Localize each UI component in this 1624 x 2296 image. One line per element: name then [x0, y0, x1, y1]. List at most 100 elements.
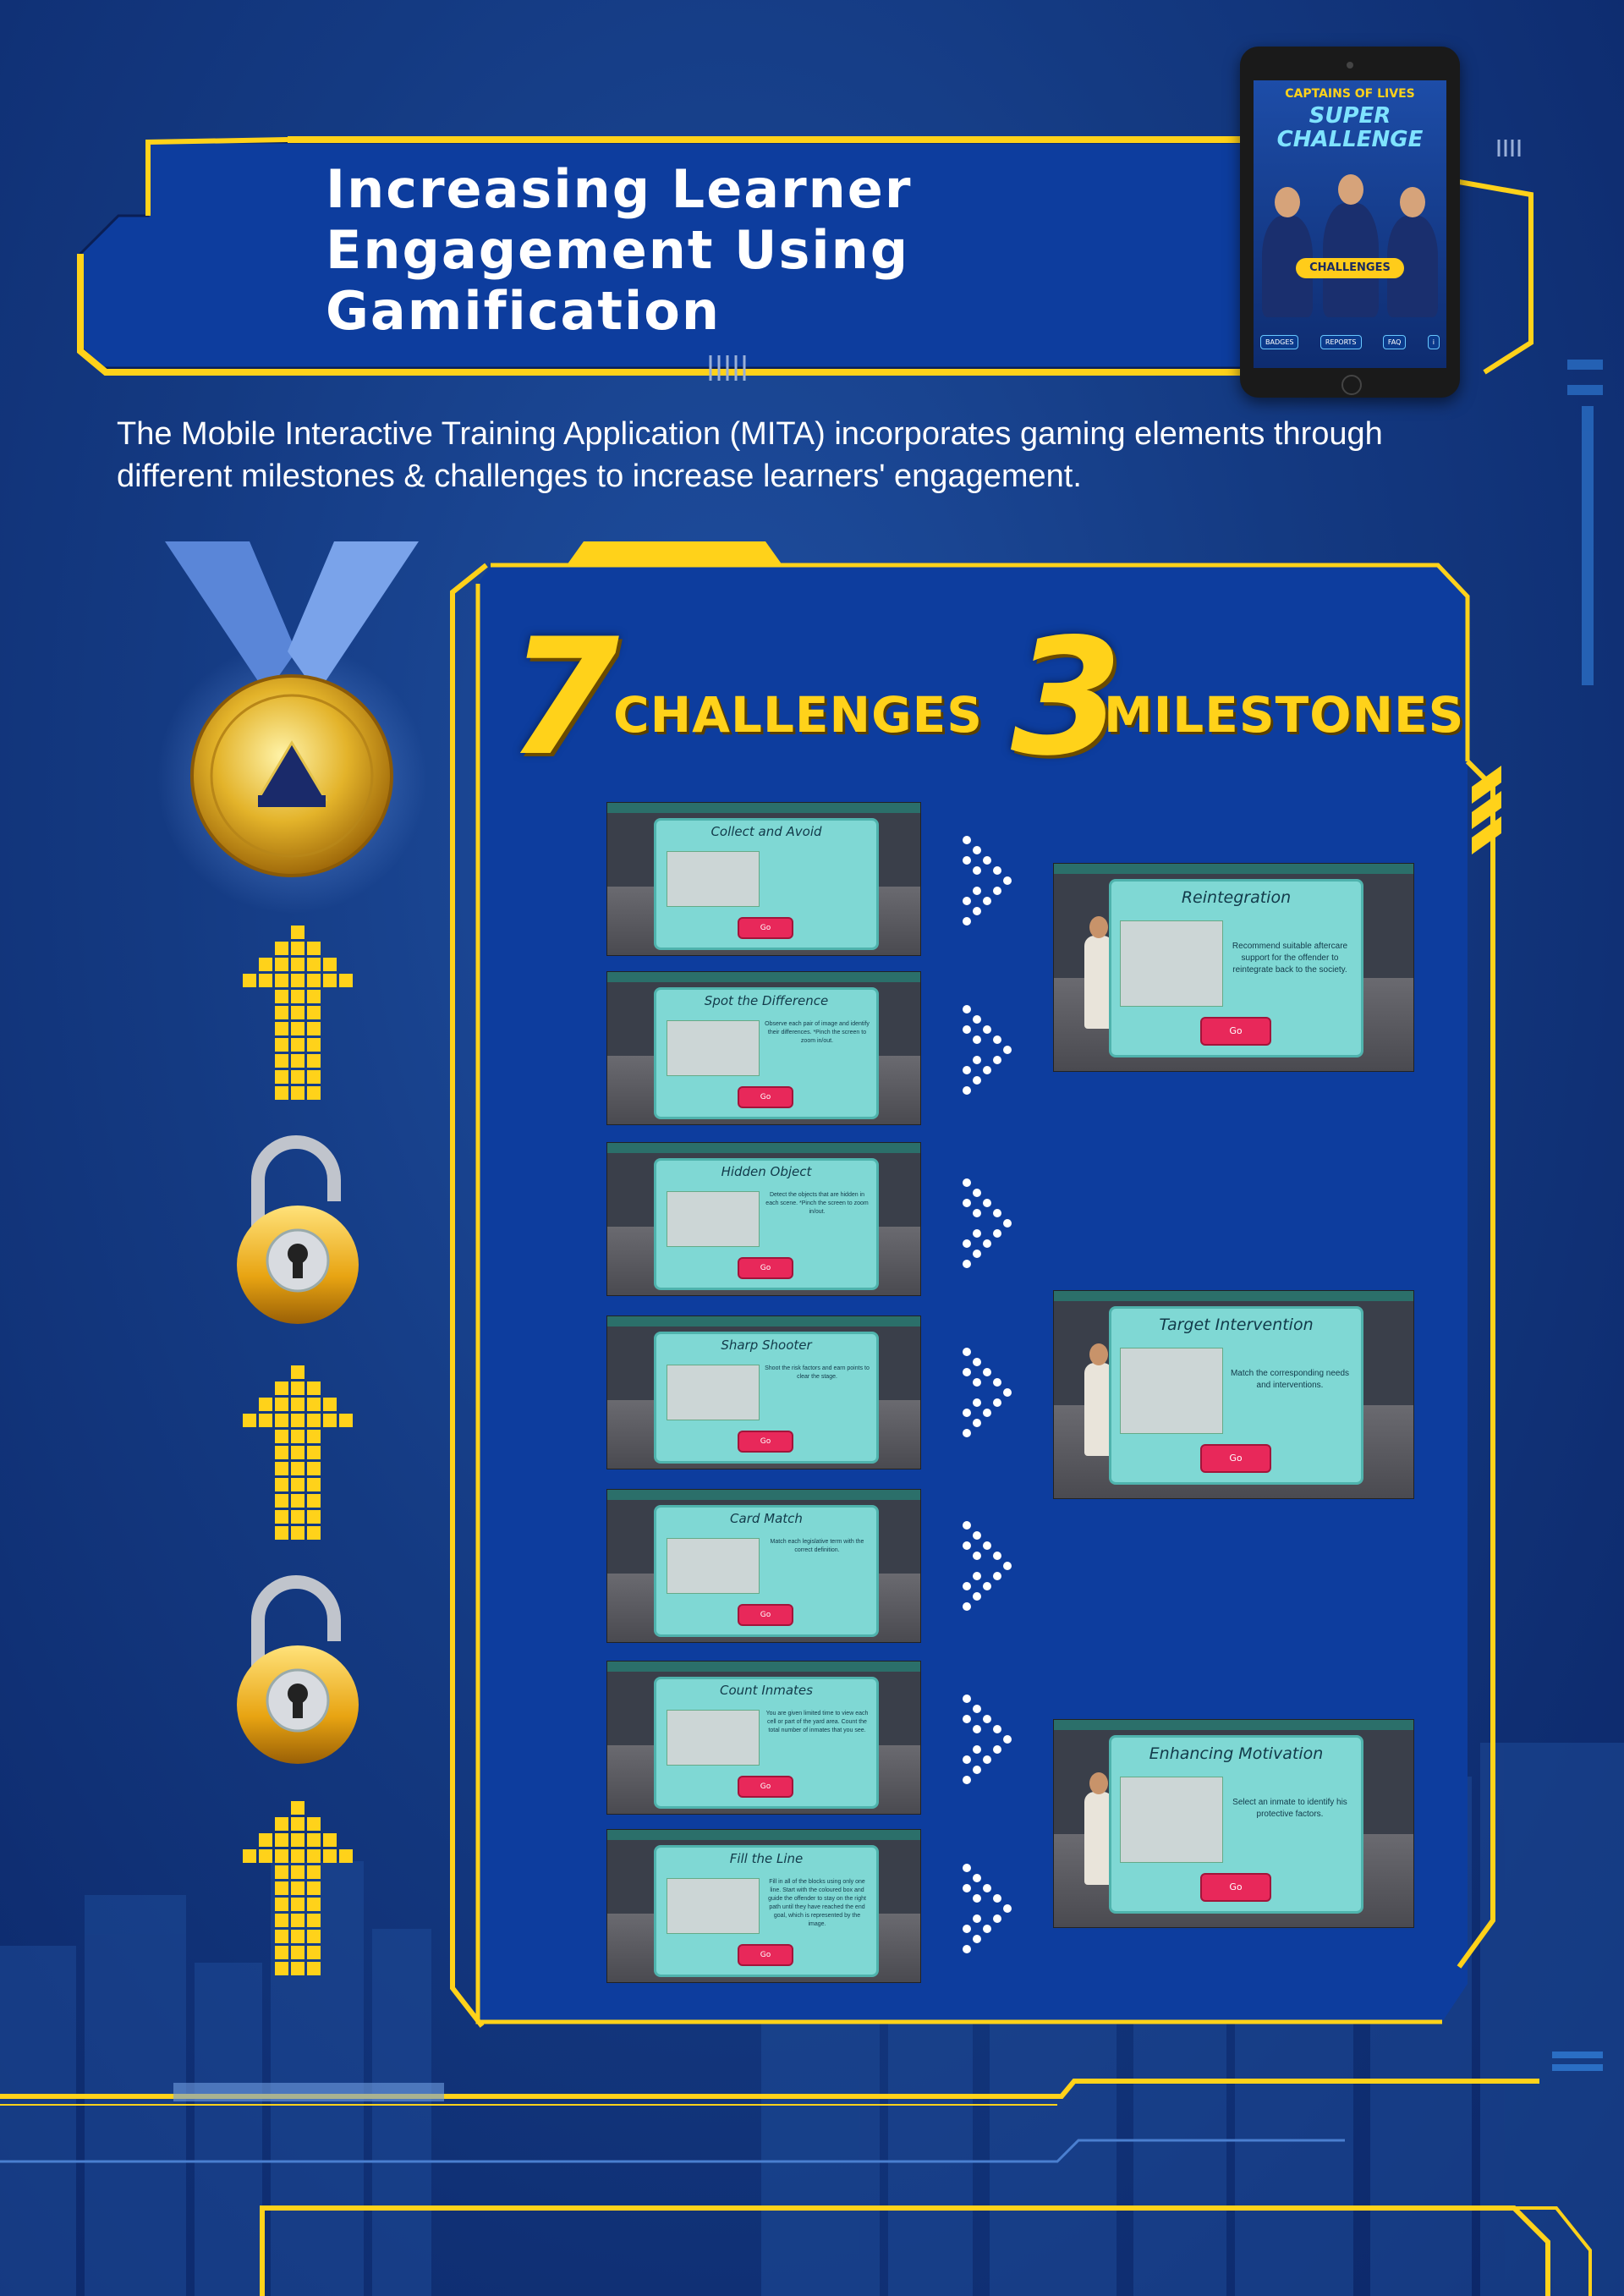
milestone-card[interactable]: Enhancing Motivation Select an inmate to … — [1053, 1719, 1414, 1928]
challenge-description: You are given limited time to view each … — [765, 1711, 869, 1733]
milestones-heading: MILESTONES — [1104, 686, 1465, 744]
badges-button[interactable]: BADGES — [1260, 335, 1299, 349]
go-button[interactable]: Go — [738, 1944, 793, 1966]
challenge-title: Fill the Line — [729, 1851, 804, 1866]
milestone-dialog: Target Intervention Match the correspondi… — [1109, 1306, 1363, 1485]
poster: Increasing Learner Engagement Using Gami… — [0, 0, 1624, 2296]
challenge-title: Sharp Shooter — [721, 1338, 812, 1353]
milestone-title: Target Intervention — [1159, 1316, 1314, 1334]
challenge-title: Spot the Difference — [704, 993, 829, 1008]
chevron-dots-icon — [963, 1695, 1012, 1784]
intro-line-1: The Mobile Interactive Training Applicat… — [117, 416, 1383, 452]
challenge-preview-image — [667, 1710, 760, 1766]
card-top-bar — [607, 1316, 920, 1327]
card-top-bar — [607, 803, 920, 813]
challenge-card[interactable]: Card Match Match each legislative term wi… — [606, 1489, 921, 1643]
reports-button[interactable]: REPORTS — [1320, 335, 1362, 349]
tablet-screen: CAPTAINS OF LIVES SUPER CHALLENGE CHALLE… — [1254, 80, 1446, 368]
challenge-title: Count Inmates — [720, 1683, 813, 1698]
medal-icon — [156, 541, 427, 914]
arrow-up-icon — [243, 926, 353, 1100]
challenges-button[interactable]: CHALLENGES — [1296, 258, 1404, 278]
arrow-up-icon — [243, 1801, 353, 1975]
padlock-icon — [237, 1575, 359, 1764]
card-top-bar — [607, 1662, 920, 1672]
challenge-description: Shoot the risk factors and earn points t… — [765, 1365, 870, 1380]
tablet-mockup: CAPTAINS OF LIVES SUPER CHALLENGE CHALLE… — [1240, 47, 1460, 398]
milestone-card[interactable]: Reintegration Recommend suitable aftercar… — [1053, 863, 1414, 1072]
challenge-preview-image — [667, 1020, 760, 1076]
page-title: Increasing Learner Engagement Using Gami… — [326, 159, 1070, 342]
milestone-title: Reintegration — [1181, 888, 1292, 907]
faq-button[interactable]: FAQ — [1382, 335, 1407, 349]
card-top-bar — [607, 1490, 920, 1500]
challenges-heading: CHALLENGES — [613, 686, 984, 744]
challenge-dialog: Count Inmates You are given limited time … — [654, 1677, 879, 1809]
challenge-card[interactable]: Hidden Object Detect the objects that are… — [606, 1142, 921, 1296]
card-top-bar — [1054, 1720, 1413, 1730]
milestone-description: Recommend suitable aftercare support for… — [1232, 942, 1348, 975]
milestone-preview-image — [1120, 920, 1223, 1007]
challenge-dialog: Hidden Object Detect the objects that are… — [654, 1158, 879, 1290]
challenge-card[interactable]: Count Inmates You are given limited time … — [606, 1661, 921, 1815]
milestone-dialog: Enhancing Motivation Select an inmate to … — [1109, 1735, 1363, 1914]
challenge-description: Match each legislative term with the cor… — [770, 1539, 864, 1553]
milestone-preview-image — [1120, 1777, 1223, 1863]
chevron-dots-icon — [963, 1348, 1012, 1437]
tablet-camera — [1347, 62, 1353, 69]
go-button[interactable]: Go — [738, 1086, 793, 1108]
chevron-dots-icon — [963, 1005, 1012, 1095]
chevron-dots-icon — [963, 836, 1012, 926]
go-button[interactable]: Go — [738, 1257, 793, 1279]
intro-text: The Mobile Interactive Training Applicat… — [117, 413, 1504, 497]
go-button[interactable]: Go — [738, 1431, 793, 1453]
challenge-title: Hidden Object — [721, 1164, 812, 1179]
go-button[interactable]: Go — [1200, 1444, 1271, 1473]
go-button[interactable]: Go — [738, 1776, 793, 1798]
challenge-card[interactable]: Collect and Avoid Go — [606, 802, 921, 956]
challenge-dialog: Card Match Match each legislative term wi… — [654, 1505, 879, 1637]
card-top-bar — [607, 1830, 920, 1840]
challenge-preview-image — [667, 1191, 760, 1247]
chevron-dots-icon — [963, 1178, 1012, 1268]
go-button[interactable]: Go — [1200, 1873, 1271, 1902]
challenge-preview-image — [667, 1878, 760, 1934]
offender-head — [1089, 1772, 1108, 1794]
go-button[interactable]: Go — [738, 1604, 793, 1626]
challenges-count: 7 — [508, 604, 620, 791]
arrow-up-icon — [243, 1365, 353, 1540]
challenge-dialog: Spot the Difference Observe each pair of … — [654, 987, 879, 1119]
go-button[interactable]: Go — [738, 917, 793, 939]
challenge-title: Card Match — [730, 1511, 803, 1526]
milestone-description: Match the corresponding needs and interv… — [1230, 1369, 1350, 1390]
chevron-dots-icon — [963, 1521, 1012, 1611]
padlock-icon — [237, 1135, 359, 1324]
tablet-subtitle: CAPTAINS OF LIVES — [1285, 87, 1415, 101]
challenge-description: Observe each pair of image and identify … — [765, 1021, 870, 1044]
challenge-card[interactable]: Spot the Difference Observe each pair of … — [606, 971, 921, 1125]
card-top-bar — [1054, 1291, 1413, 1301]
offender-head — [1089, 916, 1108, 938]
challenge-description: Detect the objects that are hidden in ea… — [765, 1192, 869, 1215]
title-line-2: Engagement Using — [326, 219, 910, 281]
challenge-dialog: Sharp Shooter Shoot the risk factors and … — [654, 1332, 879, 1464]
card-top-bar — [607, 972, 920, 982]
info-button[interactable]: i — [1427, 335, 1440, 349]
challenge-card[interactable]: Sharp Shooter Shoot the risk factors and … — [606, 1316, 921, 1469]
challenge-dialog: Collect and Avoid Go — [654, 818, 879, 950]
milestone-description: Select an inmate to identify his protect… — [1232, 1798, 1347, 1819]
challenge-title: Collect and Avoid — [710, 824, 822, 839]
challenge-card[interactable]: Fill the Line Fill in all of the blocks u… — [606, 1829, 921, 1983]
milestone-dialog: Reintegration Recommend suitable aftercar… — [1109, 879, 1363, 1057]
title-line-3: Gamification — [326, 280, 721, 342]
tablet-title: SUPER CHALLENGE — [1276, 103, 1424, 152]
milestone-card[interactable]: Target Intervention Match the correspondi… — [1053, 1290, 1414, 1499]
title-line-1: Increasing Learner — [326, 158, 913, 220]
card-top-bar — [607, 1143, 920, 1153]
card-top-bar — [1054, 864, 1413, 874]
tablet-home-button — [1341, 375, 1362, 395]
challenge-dialog: Fill the Line Fill in all of the blocks u… — [654, 1845, 879, 1977]
challenge-preview-image — [667, 1538, 760, 1594]
offender-head — [1089, 1343, 1108, 1365]
go-button[interactable]: Go — [1200, 1017, 1271, 1046]
